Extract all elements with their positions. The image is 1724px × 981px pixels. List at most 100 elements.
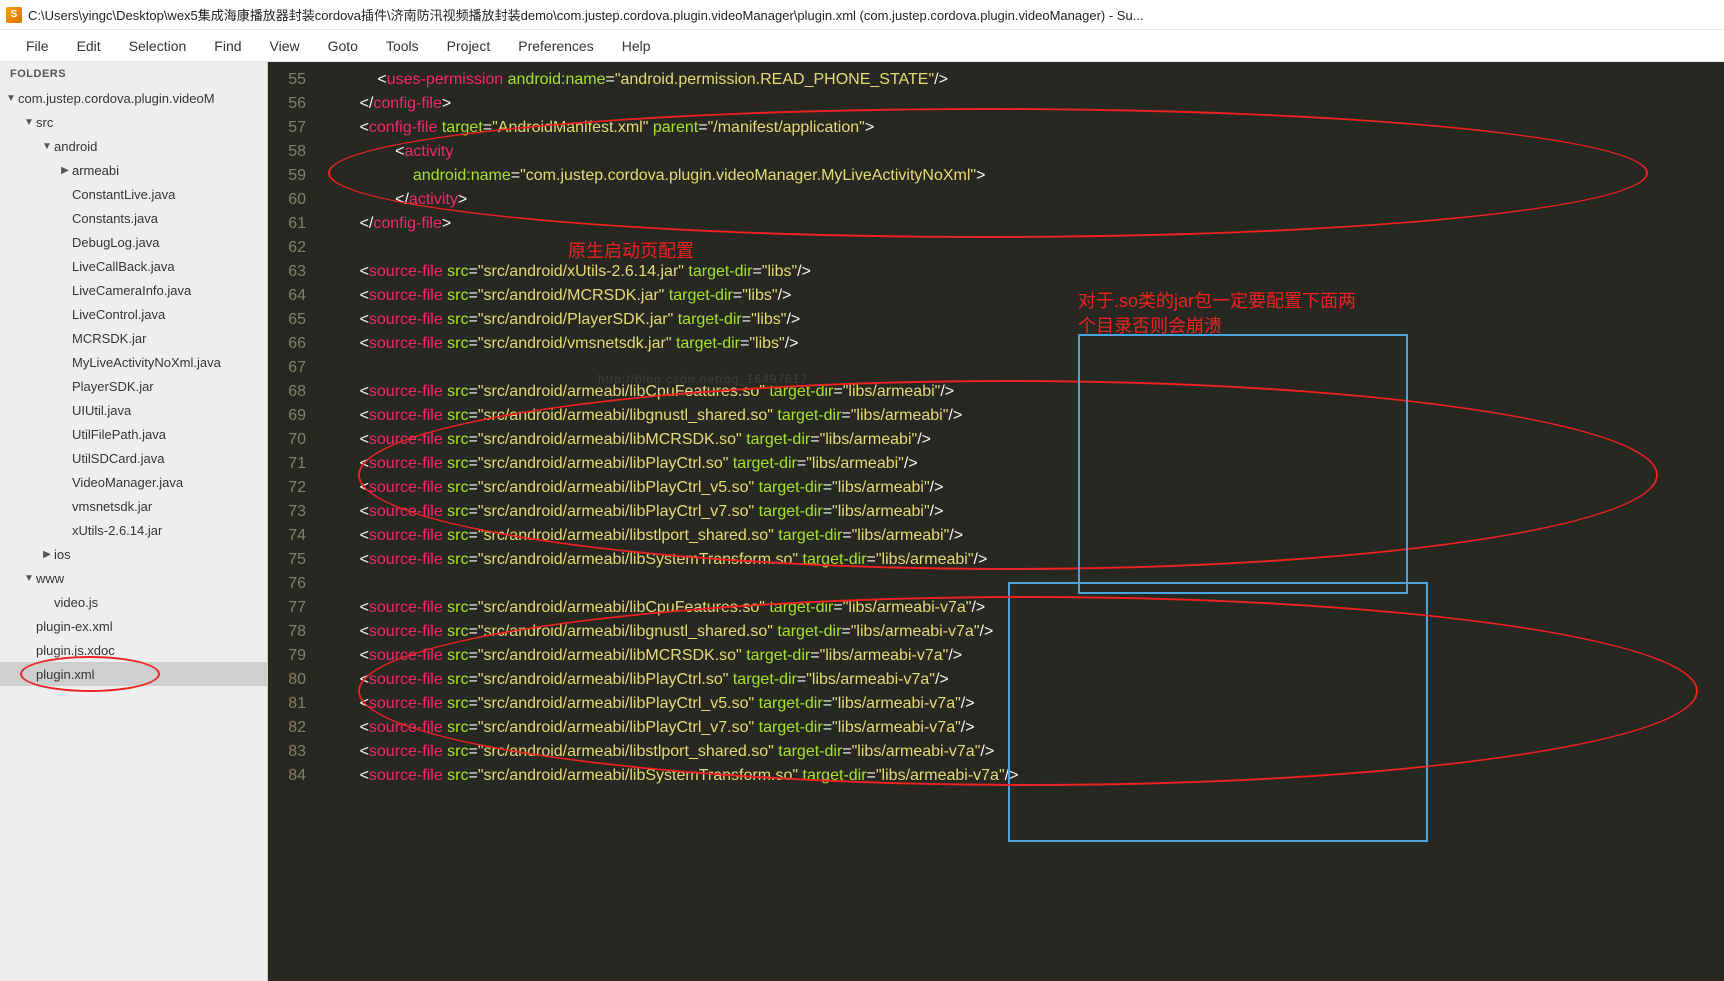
tree-item-www[interactable]: ▼www [0,566,267,590]
code-area[interactable]: 55 <uses-permission android:name="androi… [268,62,1724,981]
code-line[interactable]: 55 <uses-permission android:name="androi… [268,68,1724,92]
code-content[interactable]: <uses-permission android:name="android.p… [324,68,1724,92]
code-content[interactable]: <source-file src="src/android/armeabi/li… [324,500,1724,524]
tree-item-mcrsdk-jar[interactable]: MCRSDK.jar [0,326,267,350]
code-line[interactable]: 61 </config-file> [268,212,1724,236]
tree-item-uiutil-java[interactable]: UIUtil.java [0,398,267,422]
menu-help[interactable]: Help [608,34,665,58]
code-line[interactable]: 83 <source-file src="src/android/armeabi… [268,740,1724,764]
tree-item-plugin-xml[interactable]: plugin.xml [0,662,267,686]
code-content[interactable]: <source-file src="src/android/armeabi/li… [324,452,1724,476]
code-line[interactable]: 78 <source-file src="src/android/armeabi… [268,620,1724,644]
tree-item-armeabi[interactable]: ▶armeabi [0,158,267,182]
code-content[interactable]: <source-file src="src/android/armeabi/li… [324,428,1724,452]
code-content[interactable]: <source-file src="src/android/armeabi/li… [324,476,1724,500]
code-line[interactable]: 62 [268,236,1724,260]
code-line[interactable]: 76 [268,572,1724,596]
menu-view[interactable]: View [256,34,314,58]
menu-file[interactable]: File [12,34,63,58]
code-line[interactable]: 66 <source-file src="src/android/vmsnets… [268,332,1724,356]
code-content[interactable]: <config-file target="AndroidManifest.xml… [324,116,1724,140]
tree-item-video-js[interactable]: video.js [0,590,267,614]
code-line[interactable]: 58 <activity [268,140,1724,164]
menu-preferences[interactable]: Preferences [504,34,607,58]
editor[interactable]: 55 <uses-permission android:name="androi… [268,62,1724,981]
tree-item-utilfilepath-java[interactable]: UtilFilePath.java [0,422,267,446]
tree-item-label: UtilSDCard.java [72,451,164,466]
code-line[interactable]: 63 <source-file src="src/android/xUtils-… [268,260,1724,284]
code-content[interactable]: </activity> [324,188,1724,212]
code-line[interactable]: 79 <source-file src="src/android/armeabi… [268,644,1724,668]
code-content[interactable] [324,572,1724,596]
tree-item-xutils-2-6-14-jar[interactable]: xUtils-2.6.14.jar [0,518,267,542]
code-content[interactable]: <source-file src="src/android/MCRSDK.jar… [324,284,1724,308]
code-line[interactable]: 68 <source-file src="src/android/armeabi… [268,380,1724,404]
code-content[interactable]: <source-file src="src/android/armeabi/li… [324,524,1724,548]
code-line[interactable]: 59 android:name="com.justep.cordova.plug… [268,164,1724,188]
tree-item-utilsdcard-java[interactable]: UtilSDCard.java [0,446,267,470]
code-line[interactable]: 69 <source-file src="src/android/armeabi… [268,404,1724,428]
tree-item-ios[interactable]: ▶ios [0,542,267,566]
tree-item-myliveactivitynoxml-java[interactable]: MyLiveActivityNoXml.java [0,350,267,374]
code-content[interactable]: <source-file src="src/android/armeabi/li… [324,764,1724,788]
tree-item-plugin-js-xdoc[interactable]: plugin.js.xdoc [0,638,267,662]
code-content[interactable]: <source-file src="src/android/PlayerSDK.… [324,308,1724,332]
code-line[interactable]: 71 <source-file src="src/android/armeabi… [268,452,1724,476]
tree-item-android[interactable]: ▼android [0,134,267,158]
menu-find[interactable]: Find [200,34,255,58]
tree-item-constantlive-java[interactable]: ConstantLive.java [0,182,267,206]
code-content[interactable]: <source-file src="src/android/armeabi/li… [324,740,1724,764]
code-line[interactable]: 81 <source-file src="src/android/armeabi… [268,692,1724,716]
code-content[interactable] [324,356,1724,380]
code-content[interactable]: <source-file src="src/android/armeabi/li… [324,716,1724,740]
code-line[interactable]: 80 <source-file src="src/android/armeabi… [268,668,1724,692]
code-line[interactable]: 73 <source-file src="src/android/armeabi… [268,500,1724,524]
tree-item-debuglog-java[interactable]: DebugLog.java [0,230,267,254]
code-line[interactable]: 56 </config-file> [268,92,1724,116]
code-content[interactable]: <source-file src="src/android/armeabi/li… [324,644,1724,668]
tree-item-videomanager-java[interactable]: VideoManager.java [0,470,267,494]
folder-tree[interactable]: ▼com.justep.cordova.plugin.videoM▼src▼an… [0,86,267,981]
tree-item-src[interactable]: ▼src [0,110,267,134]
code-content[interactable]: <source-file src="src/android/xUtils-2.6… [324,260,1724,284]
menu-edit[interactable]: Edit [63,34,115,58]
tree-item-playersdk-jar[interactable]: PlayerSDK.jar [0,374,267,398]
disclosure-arrow-icon: ▼ [40,141,54,152]
code-content[interactable]: <activity [324,140,1724,164]
tree-item-constants-java[interactable]: Constants.java [0,206,267,230]
code-content[interactable]: <source-file src="src/android/armeabi/li… [324,620,1724,644]
code-content[interactable]: <source-file src="src/android/armeabi/li… [324,404,1724,428]
code-content[interactable]: </config-file> [324,212,1724,236]
code-line[interactable]: 60 </activity> [268,188,1724,212]
tree-item-com-justep-cordova-plugin-videom[interactable]: ▼com.justep.cordova.plugin.videoM [0,86,267,110]
tree-item-livecamerainfo-java[interactable]: LiveCameraInfo.java [0,278,267,302]
code-line[interactable]: 77 <source-file src="src/android/armeabi… [268,596,1724,620]
code-line[interactable]: 84 <source-file src="src/android/armeabi… [268,764,1724,788]
menu-tools[interactable]: Tools [372,34,433,58]
tree-item-livecallback-java[interactable]: LiveCallBack.java [0,254,267,278]
code-line[interactable]: 82 <source-file src="src/android/armeabi… [268,716,1724,740]
code-content[interactable]: android:name="com.justep.cordova.plugin.… [324,164,1724,188]
tree-item-livecontrol-java[interactable]: LiveControl.java [0,302,267,326]
code-content[interactable]: <source-file src="src/android/armeabi/li… [324,692,1724,716]
tree-item-plugin-ex-xml[interactable]: plugin-ex.xml [0,614,267,638]
code-line[interactable]: 70 <source-file src="src/android/armeabi… [268,428,1724,452]
menu-selection[interactable]: Selection [115,34,201,58]
code-content[interactable]: <source-file src="src/android/armeabi/li… [324,380,1724,404]
code-line[interactable]: 74 <source-file src="src/android/armeabi… [268,524,1724,548]
code-content[interactable]: </config-file> [324,92,1724,116]
code-content[interactable]: <source-file src="src/android/armeabi/li… [324,548,1724,572]
code-content[interactable]: <source-file src="src/android/armeabi/li… [324,668,1724,692]
code-content[interactable]: <source-file src="src/android/armeabi/li… [324,596,1724,620]
code-line[interactable]: 57 <config-file target="AndroidManifest.… [268,116,1724,140]
code-line[interactable]: 67 [268,356,1724,380]
menu-project[interactable]: Project [433,34,505,58]
menu-goto[interactable]: Goto [314,34,372,58]
code-line[interactable]: 72 <source-file src="src/android/armeabi… [268,476,1724,500]
code-content[interactable]: <source-file src="src/android/vmsnetsdk.… [324,332,1724,356]
code-line[interactable]: 65 <source-file src="src/android/PlayerS… [268,308,1724,332]
tree-item-vmsnetsdk-jar[interactable]: vmsnetsdk.jar [0,494,267,518]
code-line[interactable]: 75 <source-file src="src/android/armeabi… [268,548,1724,572]
code-line[interactable]: 64 <source-file src="src/android/MCRSDK.… [268,284,1724,308]
code-content[interactable] [324,236,1724,260]
